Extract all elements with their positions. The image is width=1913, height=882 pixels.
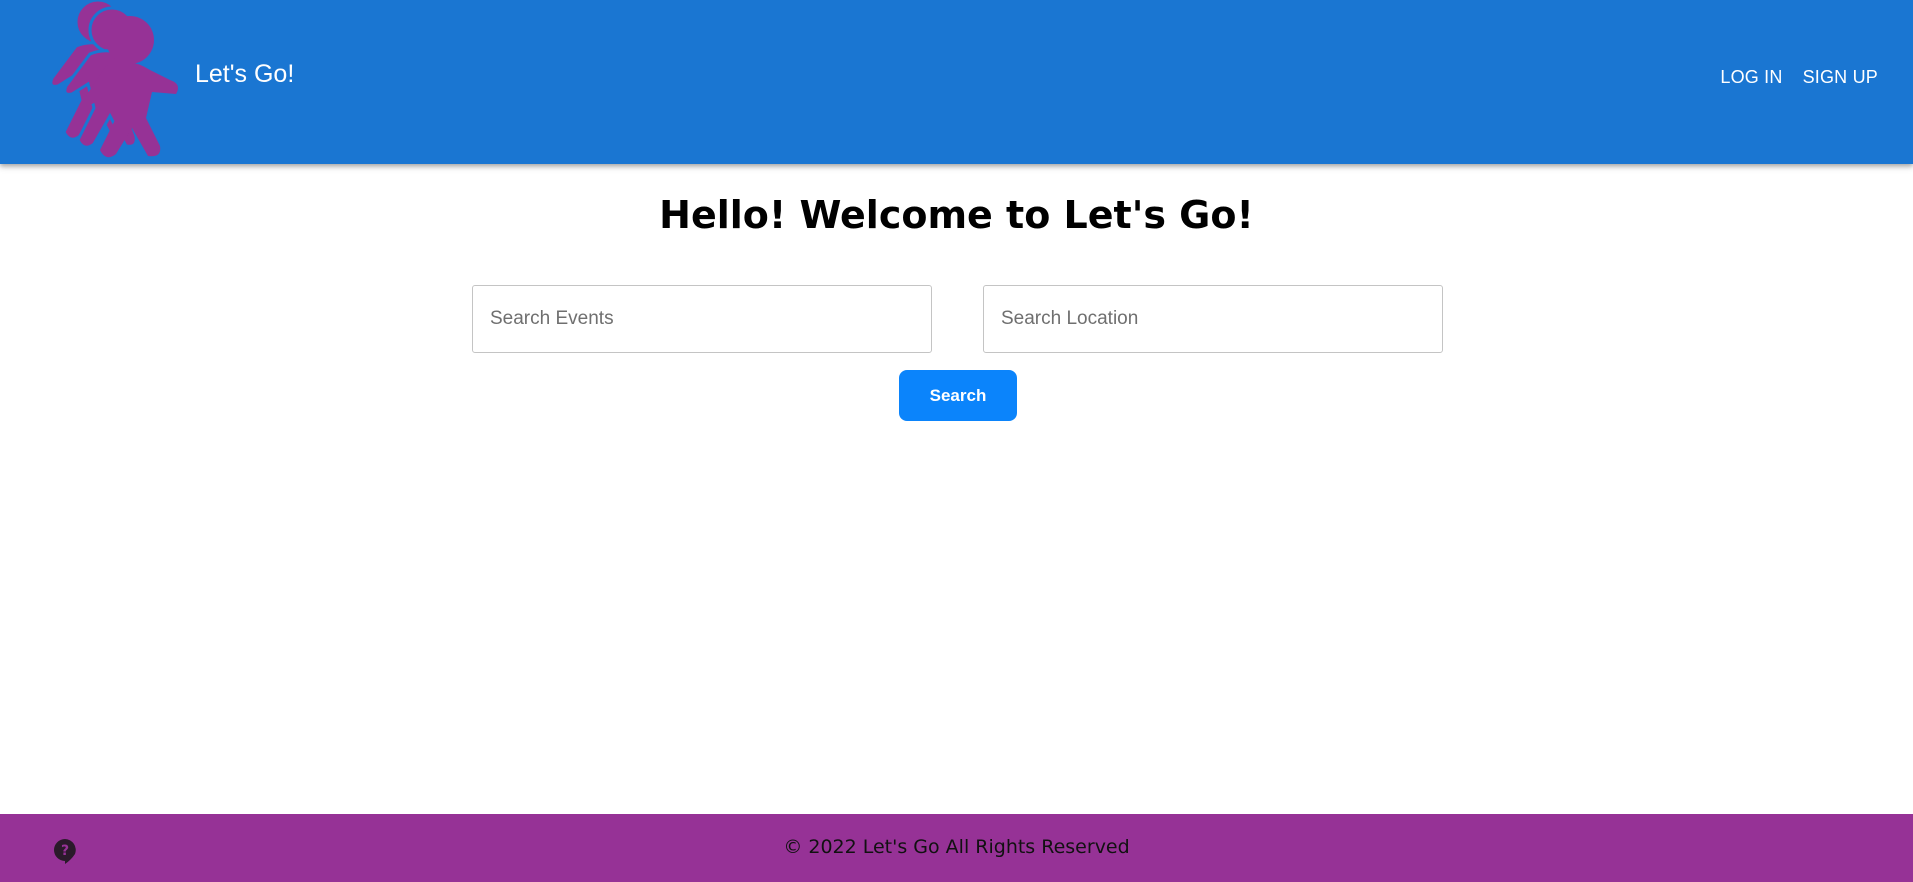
app-header: Let's Go! LOG IN SIGN UP (0, 0, 1913, 164)
search-location-input[interactable] (983, 285, 1443, 353)
top-nav: LOG IN SIGN UP (1720, 68, 1878, 86)
people-walking-icon[interactable] (36, 0, 186, 160)
copyright-text: © 2022 Let's Go All Rights Reserved (783, 836, 1130, 858)
page-title: Hello! Welcome to Let's Go! (659, 193, 1254, 237)
search-events-input[interactable] (472, 285, 932, 353)
footer: ? © 2022 Let's Go All Rights Reserved (0, 814, 1913, 882)
page: Let's Go! LOG IN SIGN UP Hello! Welcome … (0, 0, 1913, 882)
signup-link[interactable]: SIGN UP (1803, 68, 1878, 86)
login-link[interactable]: LOG IN (1720, 68, 1782, 86)
search-button[interactable]: Search (899, 370, 1017, 421)
brand-title[interactable]: Let's Go! (195, 62, 294, 87)
